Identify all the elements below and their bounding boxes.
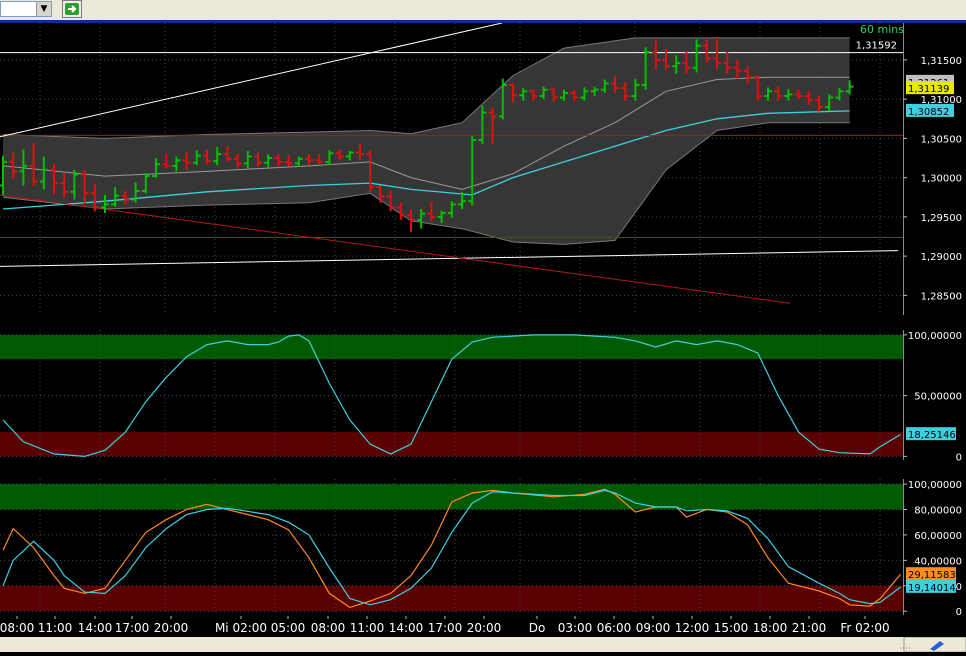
price-y-tick-label: 1,31500 [921, 56, 962, 67]
time-axis-label: 11:00 [38, 621, 73, 635]
oscillator-panel[interactable]: 100,00000 50,00000 018,25146 [0, 330, 966, 463]
time-axis-label: 18:00 [753, 621, 788, 635]
toolbar: ▼ [0, 0, 966, 21]
stochastic-y-tick-label: 80,00000 [914, 506, 962, 517]
time-axis-label: 14:00 [389, 621, 424, 635]
timeframe-label: 60 mins [860, 23, 904, 36]
time-axis-label: Mi 02:00 [215, 621, 267, 635]
chart-canvas[interactable]: 1,315001,310001,305001,300001,295001,290… [0, 23, 966, 637]
stochastic-y-axis [903, 479, 966, 615]
oscillator-y-tick-label: 100,00000 [908, 331, 962, 342]
oscillator-value-tag: 18,25146 [908, 430, 956, 441]
stochastic-oversold-zone [0, 585, 903, 612]
time-axis-label: 05:00 [271, 621, 306, 635]
stochastic-y-tick-label: 60,00000 [914, 531, 962, 542]
time-axis-label: 20:00 [154, 621, 189, 635]
price-panel[interactable]: 1,315001,310001,305001,300001,295001,290… [0, 23, 966, 315]
oscillator-oversold-zone [0, 432, 903, 457]
last-price-tag: 1,31139 [908, 84, 949, 95]
time-axis-label: 08:00 [311, 621, 346, 635]
time-axis-label: 09:00 [636, 621, 671, 635]
oscillator-y-tick-label: 0 [956, 452, 962, 463]
green-arrow-right-icon [65, 3, 79, 15]
time-axis: 08:00 11:00 14:00 17:00 20:00 Mi 02:00 05:00 08… [0, 616, 903, 637]
resistance-price-label: 1,31592 [856, 41, 897, 52]
time-axis-label: 12:00 [675, 621, 710, 635]
time-axis-label: Fr 02:00 [840, 621, 889, 635]
go-button[interactable] [62, 0, 82, 18]
time-axis-label: 03:00 [558, 621, 593, 635]
price-y-tick-label: 1,30500 [921, 134, 962, 145]
price-y-tick-label: 1,29000 [921, 252, 962, 263]
stochastic-overbought-zone [0, 484, 903, 510]
stoch-d-value-tag: 19,14014 [908, 583, 956, 594]
time-axis-label: 11:00 [350, 621, 385, 635]
oscillator-y-tick-label: 50,00000 [914, 392, 962, 403]
price-y-tick-label: 1,29500 [921, 213, 962, 224]
stochastic-y-tick-label: 0 [956, 607, 962, 618]
stochastic-panel[interactable]: 100,0000080,0000060,0000040,0000020,0000… [0, 479, 966, 618]
stoch-k-value-tag: 29,11583 [908, 570, 956, 581]
time-axis-label: 20:00 [467, 621, 502, 635]
stochastic-y-tick-label: 100,00000 [908, 480, 962, 491]
price-y-tick-label: 1,28500 [921, 291, 962, 302]
time-axis-label: 14:00 [78, 621, 113, 635]
oscillator-overbought-zone [0, 334, 903, 360]
chevron-down-icon[interactable]: ▼ [36, 2, 51, 16]
time-axis-label: 17:00 [428, 621, 463, 635]
time-axis-label: 17:00 [115, 621, 150, 635]
status-bar [0, 636, 966, 653]
price-y-tick-label: 1,30000 [921, 174, 962, 185]
time-axis-label: 08:00 [0, 621, 34, 635]
time-axis-label: 06:00 [597, 621, 632, 635]
symbol-dropdown[interactable]: ▼ [0, 1, 52, 17]
time-axis-label: 15:00 [714, 621, 749, 635]
stochastic-y-tick-label: 40,00000 [914, 556, 962, 567]
time-axis-label: Do [529, 621, 546, 635]
ma-price-tag: 1,30852 [908, 107, 949, 118]
time-axis-label: 21:00 [792, 621, 827, 635]
